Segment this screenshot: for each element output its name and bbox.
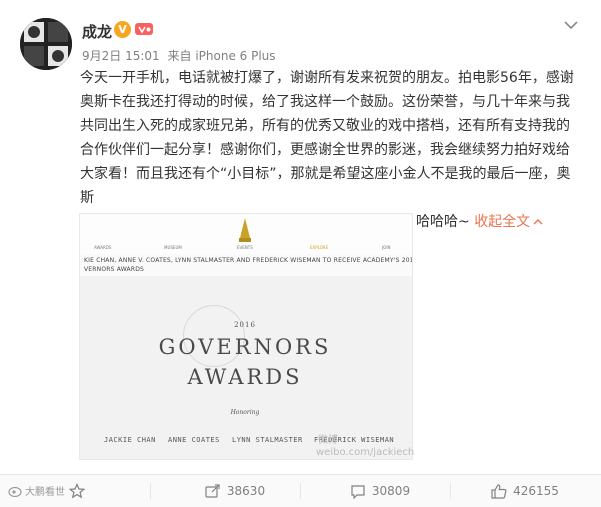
- post-text-line: 合作伙伴们一起分享！感谢你们，更感谢全世界的影迷，我会继续努力拍好戏给: [80, 142, 570, 158]
- username[interactable]: 成龙: [82, 21, 112, 42]
- honoree: ANNE COATES: [168, 436, 220, 444]
- corner-watermark: 大鹏看世: [8, 483, 65, 498]
- award-title: GOVERNORS AWARDS: [79, 332, 411, 392]
- image-nav-item: EXPLORE: [310, 245, 329, 250]
- avatar-image: [20, 18, 72, 70]
- post-timestamp[interactable]: 9月2日 15:01: [82, 49, 160, 63]
- watermark-url: weibo.com/jackiech: [316, 447, 415, 458]
- favorite-button[interactable]: [60, 475, 100, 507]
- like-button[interactable]: 426155: [485, 475, 565, 507]
- post-content: 今天一开手机，电话就被打爆了，谢谢所有发来祝贺的朋友。拍电影56年，感谢 奥斯卡…: [80, 66, 582, 234]
- post-text-line: 奥斯卡在我还打得动的时候，给了我这样一个鼓励。这份荣誉，与几十年来与我: [80, 94, 570, 110]
- collapse-label: 收起全文: [474, 214, 531, 230]
- vip-member-icon[interactable]: [134, 20, 154, 38]
- award-year: 2016: [234, 321, 256, 329]
- like-count: 426155: [513, 484, 559, 498]
- post-source: 来自 iPhone 6 Plus: [167, 49, 276, 63]
- image-nav-item: JOIN: [382, 245, 391, 250]
- avatar[interactable]: [20, 18, 72, 70]
- image-nav-item: MUSEUM: [164, 245, 182, 250]
- image-nav-item: AWARDS: [94, 245, 112, 250]
- award-title-line: AWARDS: [187, 365, 303, 389]
- comment-icon: [351, 484, 365, 499]
- weibo-post-card: 成龙 V 9月2日 15:01 来自 iPhone 6 Plus 今天一开手机，…: [0, 0, 601, 507]
- comment-count: 30809: [371, 484, 411, 498]
- image-nav: AWARDS MUSEUM EVENTS EXPLORE JOIN: [80, 245, 412, 255]
- award-title-line: GOVERNORS: [158, 335, 332, 359]
- divider: [150, 483, 151, 499]
- honorees-list: JACKIE CHAN ANNE COATES LYNN STALMASTER …: [0, 436, 601, 448]
- comment-button[interactable]: 30809: [340, 475, 420, 507]
- chevron-down-icon[interactable]: [563, 18, 579, 32]
- forward-button[interactable]: 38630: [190, 475, 280, 507]
- image-headline-line: VERNORS AWARDS: [84, 266, 145, 273]
- watermark-logo-text: 微博: [318, 435, 338, 446]
- honoree: LYNN STALMASTER: [232, 436, 303, 444]
- corner-watermark-text: 大鹏看世: [25, 487, 65, 498]
- thumbs-up-icon: [491, 483, 507, 499]
- post-text-line: 大家看！而且我还有个“小目标”，那就是希望这座小金人不是我的最后一座，奥斯: [80, 166, 571, 206]
- star-icon: [69, 483, 85, 499]
- post-text-line: 今天一开手机，电话就被打爆了，谢谢所有发来祝贺的朋友。拍电影56年，感谢: [80, 70, 574, 86]
- post-meta: 9月2日 15:01 来自 iPhone 6 Plus: [82, 47, 276, 64]
- honoring-label: Honoring: [230, 409, 260, 416]
- action-bar: 大鹏看世 38630 30809 426155: [0, 474, 601, 507]
- collapse-link[interactable]: 收起全文: [474, 214, 543, 230]
- image-headline-line: KIE CHAN, ANNE V. COATES, LYNN STALMASTE…: [84, 257, 413, 264]
- chevron-up-icon: [533, 219, 543, 225]
- post-text-line: 共同出生入死的成家班兄弟，所有的优秀又敬业的戏中搭档，还有所有支持我的: [80, 118, 570, 134]
- forward-count: 38630: [226, 484, 266, 498]
- weibo-logo-icon: [8, 486, 22, 497]
- forward-icon: [205, 484, 220, 498]
- image-nav-item: EVENTS: [237, 245, 253, 250]
- oscar-statue-icon: [239, 218, 251, 242]
- verified-v-icon[interactable]: V: [114, 21, 131, 38]
- honoree: JACKIE CHAN: [104, 436, 156, 444]
- divider: [300, 483, 301, 499]
- divider: [450, 483, 451, 499]
